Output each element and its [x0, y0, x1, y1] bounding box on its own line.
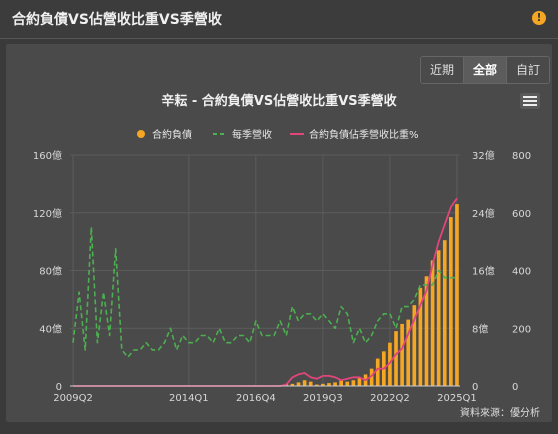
- x-axis-tick: 2009Q2: [53, 393, 93, 404]
- x-axis-tick: 2014Q1: [169, 393, 209, 404]
- liability-bar: [394, 331, 398, 386]
- legend-label-revenue: 每季營收: [232, 128, 272, 141]
- mid-axis-tick: 24億: [472, 207, 495, 220]
- liability-bar: [442, 240, 447, 386]
- left-axis-tick: 160億: [33, 149, 62, 162]
- right-axis-tick: 400: [512, 267, 531, 278]
- mid-axis-tick: 32億: [472, 149, 495, 162]
- left-axis-tick: 0: [56, 382, 62, 393]
- revenue-line: [72, 226, 457, 358]
- right-axis-tick: 200: [512, 324, 531, 335]
- chart-title: 辛耘 - 合約負債VS佔營收比重VS季營收: [161, 93, 397, 109]
- liability-bar: [296, 382, 301, 386]
- legend-label-liability: 合約負債: [152, 128, 192, 141]
- left-axis-tick: 80億: [39, 265, 62, 278]
- right-axis-tick: 0: [512, 382, 518, 393]
- liability-bar: [302, 380, 307, 386]
- mid-axis-tick: 0: [472, 382, 478, 393]
- x-axis-tick: 2022Q2: [370, 393, 410, 404]
- liability-bar: [430, 260, 435, 386]
- liability-bar: [333, 382, 337, 386]
- left-axis-tick: 120億: [33, 207, 62, 220]
- liability-bar: [345, 381, 350, 386]
- liability-bar: [449, 217, 453, 386]
- liability-bars: [278, 204, 459, 386]
- chart-svg: 辛耘 - 合約負債VS佔營收比重VS季營收 合約負債 每季營收 合約負債佔季營收…: [33, 93, 540, 419]
- right-axis-tick: 800: [512, 151, 531, 162]
- chart-lines: [72, 197, 458, 387]
- liability-bar: [455, 204, 459, 386]
- mid-axis-tick: 8億: [472, 322, 488, 335]
- chart-legend: 合約負債 每季營收 合約負債佔季營收比重%: [137, 128, 419, 141]
- mid-axis-tick: 16億: [472, 265, 495, 278]
- liability-bar: [351, 380, 356, 386]
- legend-marker-liability: [137, 130, 145, 138]
- right-axis-tick: 600: [512, 209, 531, 220]
- source-note: 資料來源：優分析: [460, 406, 540, 419]
- x-axis-tick: 2025Q1: [437, 393, 477, 404]
- liability-bar: [375, 358, 380, 386]
- left-axis-tick: 40億: [39, 322, 62, 335]
- x-axis-tick: 2019Q3: [303, 393, 343, 404]
- ratio-line: [73, 197, 458, 387]
- legend-label-ratio: 合約負債佔季營收比重%: [309, 128, 419, 141]
- x-axis-tick: 2016Q4: [236, 393, 276, 404]
- liability-bar: [400, 323, 404, 386]
- liability-bar: [308, 381, 313, 386]
- chart-panel: 合約負債VS佔營收比重VS季營收 ! 近期 全部 自訂 辛耘 - 合約負債VS佔…: [0, 0, 558, 434]
